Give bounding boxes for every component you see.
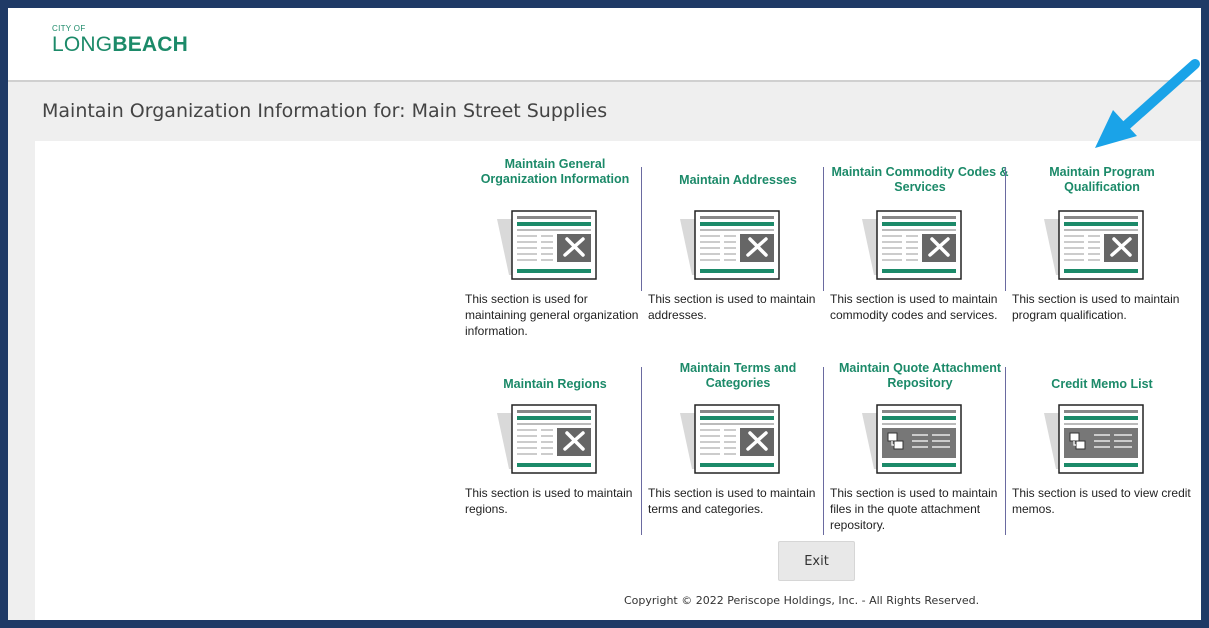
tile-addresses[interactable]: Maintain Addresses This section is used … (648, 149, 828, 349)
logo-main-a: LONG (52, 33, 113, 56)
form-tools-icon[interactable] (1042, 209, 1172, 281)
logo-main-b: BEACH (112, 33, 188, 56)
tile-program-qualification[interactable]: Maintain Program Qualification This sect… (1012, 149, 1192, 349)
form-tools-icon[interactable] (678, 403, 808, 475)
exit-button[interactable]: Exit (778, 541, 855, 581)
tile-title[interactable]: Maintain Program Qualification (1012, 165, 1192, 195)
divider (641, 167, 642, 291)
form-tools-icon[interactable] (495, 209, 625, 281)
tile-description: This section is used to maintain commodi… (830, 292, 998, 322)
tile-title[interactable]: Maintain Quote Attachment Repository (830, 361, 1010, 391)
divider (641, 367, 642, 535)
annotation-arrow-icon (1095, 59, 1200, 148)
app-window: CITY OF LONGBEACH Maintain Organization … (8, 8, 1201, 620)
tile-quote-attachment[interactable]: Maintain Quote Attachment Repository Thi… (830, 359, 1010, 559)
city-logo[interactable]: CITY OF LONGBEACH (52, 24, 188, 57)
divider (823, 367, 824, 535)
tile-terms-categories[interactable]: Maintain Terms and Categories This secti… (648, 359, 828, 559)
form-tools-icon[interactable] (860, 209, 990, 281)
logo-top-text: CITY OF (52, 24, 86, 33)
tile-title[interactable]: Credit Memo List (1012, 377, 1192, 392)
form-list-icon[interactable] (860, 403, 990, 475)
tile-description: This section is used for maintaining gen… (465, 292, 639, 338)
logo-main-text: LONGBEACH (52, 33, 188, 57)
divider (1005, 367, 1006, 535)
tile-credit-memo[interactable]: Credit Memo List This section is used to… (1012, 359, 1192, 559)
tile-commodity-codes[interactable]: Maintain Commodity Codes & Services This… (830, 149, 1010, 349)
header-bar: CITY OF LONGBEACH (8, 8, 1201, 82)
tile-title[interactable]: Maintain Addresses (648, 173, 828, 188)
divider (823, 167, 824, 291)
form-list-icon[interactable] (1042, 403, 1172, 475)
tile-title[interactable]: Maintain Regions (465, 377, 645, 392)
tile-general-info[interactable]: Maintain General Organization Informatio… (465, 149, 645, 349)
tile-description: This section is used to maintain files i… (830, 486, 998, 532)
tile-description: This section is used to view credit memo… (1012, 486, 1191, 516)
tile-title[interactable]: Maintain General Organization Informatio… (465, 157, 645, 187)
tile-title[interactable]: Maintain Commodity Codes & Services (830, 165, 1010, 195)
tile-regions[interactable]: Maintain Regions This section is used to… (465, 359, 645, 559)
copyright-text: Copyright © 2022 Periscope Holdings, Inc… (624, 594, 980, 607)
tile-title[interactable]: Maintain Terms and Categories (648, 361, 828, 391)
tile-description: This section is used to maintain program… (1012, 292, 1180, 322)
form-tools-icon[interactable] (495, 403, 625, 475)
tile-description: This section is used to maintain regions… (465, 486, 633, 516)
form-tools-icon[interactable] (678, 209, 808, 281)
main-content: Maintain General Organization Informatio… (35, 141, 1201, 620)
page-title: Maintain Organization Information for: M… (42, 100, 608, 122)
tile-description: This section is used to maintain terms a… (648, 486, 816, 516)
tile-description: This section is used to maintain address… (648, 292, 816, 322)
divider (1005, 167, 1006, 291)
